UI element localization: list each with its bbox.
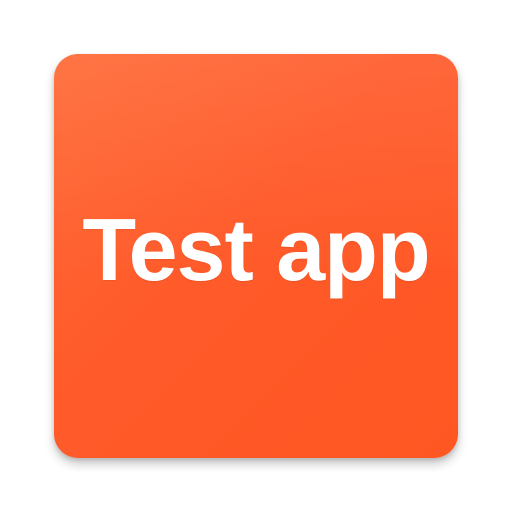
app-icon-label: Test app — [82, 200, 430, 299]
app-icon[interactable]: Test app — [54, 54, 458, 458]
